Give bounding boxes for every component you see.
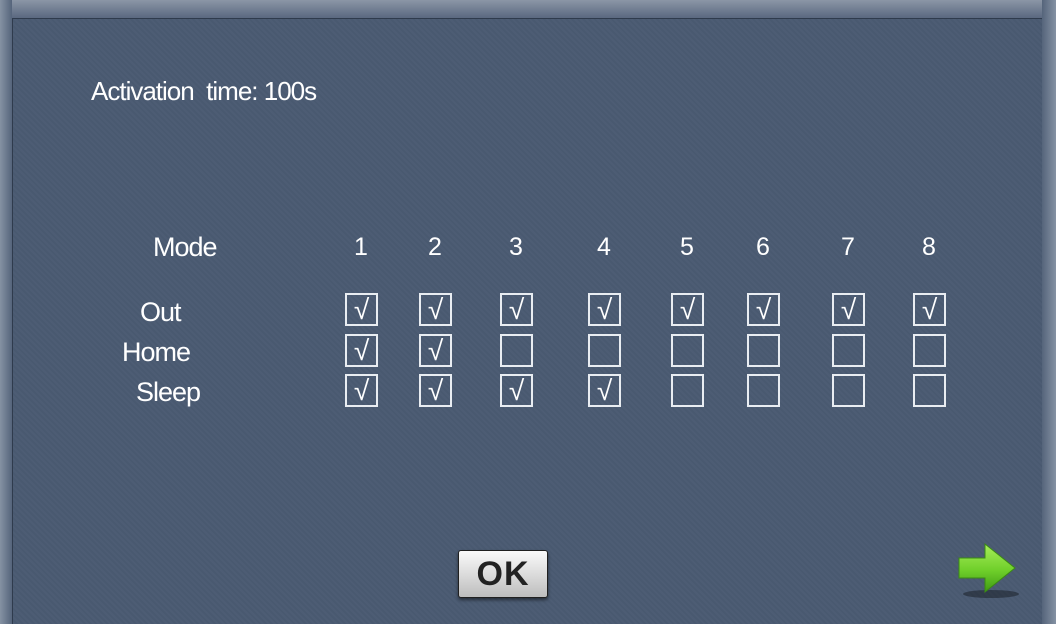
checkbox-home-zone-5[interactable]: [671, 334, 704, 367]
zone-column-header: 5: [680, 233, 694, 261]
zone-column-header: 2: [428, 233, 442, 261]
checkbox-home-zone-6[interactable]: [747, 334, 780, 367]
checkbox-sleep-zone-4[interactable]: √: [588, 374, 621, 407]
checkbox-sleep-zone-6[interactable]: [747, 374, 780, 407]
checkbox-out-zone-4[interactable]: √: [588, 293, 621, 326]
checkbox-sleep-zone-7[interactable]: [832, 374, 865, 407]
checkbox-home-zone-3[interactable]: [500, 334, 533, 367]
zone-column-header: 3: [509, 233, 523, 261]
zone-column-header: 4: [597, 233, 611, 261]
checkmark-icon: √: [508, 294, 525, 325]
checkmark-icon: √: [353, 335, 370, 366]
checkbox-out-zone-3[interactable]: √: [500, 293, 533, 326]
checkmark-icon: √: [840, 294, 857, 325]
zone-column-header: 1: [354, 233, 368, 261]
checkbox-out-zone-8[interactable]: √: [913, 293, 946, 326]
zone-column-header: 6: [756, 233, 770, 261]
checkbox-sleep-zone-8[interactable]: [913, 374, 946, 407]
next-arrow-graphic: [958, 542, 1019, 598]
zone-column-header: 8: [922, 233, 936, 261]
mode-row-label-sleep: Sleep: [136, 377, 201, 407]
activation-time-label[interactable]: Activation time: 100s: [91, 76, 317, 107]
zone-column-header: 7: [841, 233, 855, 261]
checkbox-home-zone-4[interactable]: [588, 334, 621, 367]
checkbox-home-zone-8[interactable]: [913, 334, 946, 367]
alarm-mode-screen: Activation time: 100s Mode 1 2 3 4 5 6 7 8 Out H…: [0, 0, 1056, 624]
checkmark-icon: √: [596, 375, 613, 406]
checkbox-home-zone-7[interactable]: [832, 334, 865, 367]
ok-button[interactable]: OK: [458, 550, 548, 598]
checkmark-icon: √: [508, 375, 525, 406]
checkmark-icon: √: [755, 294, 772, 325]
checkbox-sleep-zone-3[interactable]: √: [500, 374, 533, 407]
checkmark-icon: √: [353, 375, 370, 406]
mode-row-label-out: Out: [140, 297, 182, 327]
checkmark-icon: √: [921, 294, 938, 325]
checkmark-icon: √: [596, 294, 613, 325]
checkbox-sleep-zone-1[interactable]: √: [345, 374, 378, 407]
checkmark-icon: √: [427, 335, 444, 366]
mode-header-label: Mode: [153, 232, 218, 262]
checkmark-icon: √: [353, 294, 370, 325]
right-arrow-icon[interactable]: [955, 541, 1021, 599]
mode-row-label-home: Home: [122, 337, 191, 367]
checkbox-out-zone-6[interactable]: √: [747, 293, 780, 326]
checkbox-sleep-zone-2[interactable]: √: [419, 374, 452, 407]
top-bevel: [0, 0, 1056, 18]
right-bevel: [1042, 0, 1056, 624]
checkmark-icon: √: [679, 294, 696, 325]
left-bevel: [0, 0, 12, 624]
checkbox-out-zone-5[interactable]: √: [671, 293, 704, 326]
checkbox-home-zone-1[interactable]: √: [345, 334, 378, 367]
checkbox-out-zone-1[interactable]: √: [345, 293, 378, 326]
checkbox-sleep-zone-5[interactable]: [671, 374, 704, 407]
checkbox-home-zone-2[interactable]: √: [419, 334, 452, 367]
checkmark-icon: √: [427, 294, 444, 325]
checkbox-out-zone-2[interactable]: √: [419, 293, 452, 326]
checkbox-out-zone-7[interactable]: √: [832, 293, 865, 326]
checkmark-icon: √: [427, 375, 444, 406]
